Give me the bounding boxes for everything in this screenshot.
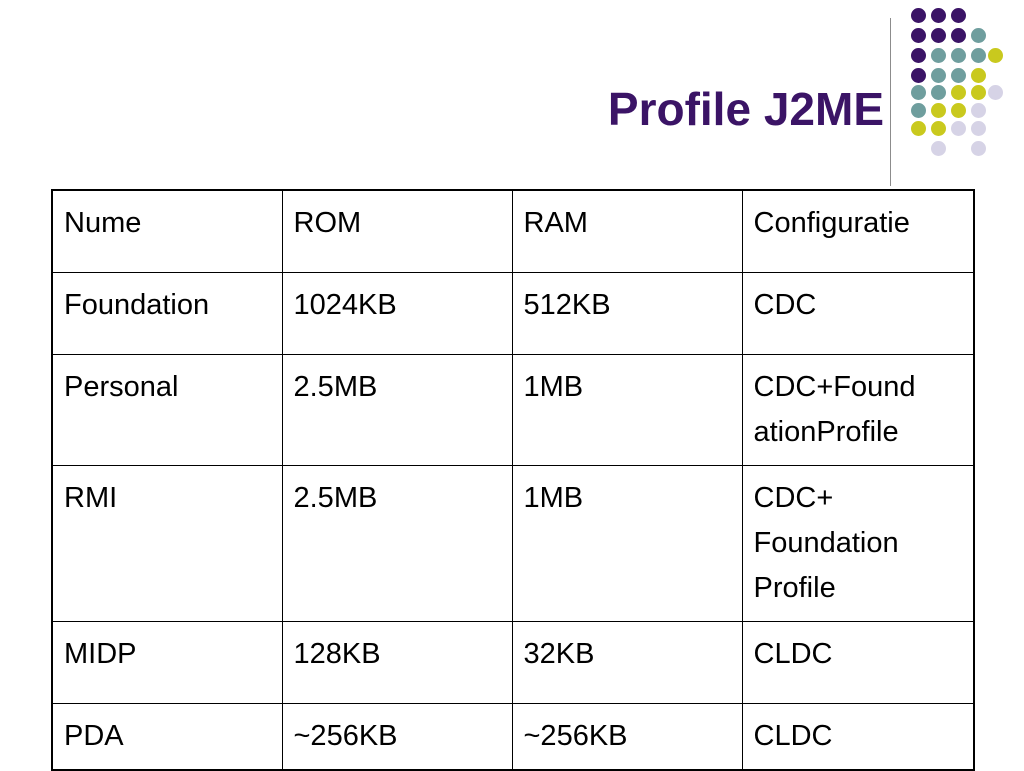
- decorative-dot: [988, 85, 1003, 100]
- decorative-dot: [951, 68, 966, 83]
- table-row: PDA ~256KB ~256KB CLDC: [51, 702, 975, 770]
- table-cell: 1MB: [511, 464, 743, 622]
- table-cell: Foundation: [51, 271, 283, 355]
- decorative-dot: [971, 103, 986, 118]
- table-cell: PDA: [51, 702, 283, 770]
- table-cell: 2.5MB: [281, 353, 513, 466]
- decorative-dot: [951, 121, 966, 136]
- header-cell: Nume: [51, 189, 283, 273]
- decorative-dot: [971, 28, 986, 43]
- table-cell: CLDC: [741, 702, 975, 770]
- table-cell: 512KB: [511, 271, 743, 355]
- header-cell: RAM: [511, 189, 743, 273]
- decorative-dot: [971, 68, 986, 83]
- table-cell: CDC: [741, 271, 975, 355]
- table-row: Foundation 1024KB 512KB CDC: [51, 271, 975, 355]
- decorative-dot: [911, 68, 926, 83]
- decorative-dot: [931, 28, 946, 43]
- decorative-dot: [911, 85, 926, 100]
- table-cell: 2.5MB: [281, 464, 513, 622]
- table-cell: CDC+ Foundation Profile: [741, 464, 975, 622]
- table-header-row: Nume ROM RAM Configuratie: [51, 189, 975, 273]
- decorative-dot: [951, 103, 966, 118]
- decorative-dot: [911, 121, 926, 136]
- decorative-dot: [911, 48, 926, 63]
- decorative-dot: [931, 8, 946, 23]
- decorative-dot: [931, 85, 946, 100]
- table-row: MIDP 128KB 32KB CLDC: [51, 620, 975, 704]
- table-cell: CLDC: [741, 620, 975, 704]
- table-cell: 1MB: [511, 353, 743, 466]
- table-cell: 128KB: [281, 620, 513, 704]
- decorative-dot: [911, 8, 926, 23]
- decorative-dot: [971, 85, 986, 100]
- table-cell: CDC+Found ationProfile: [741, 353, 975, 466]
- table-cell: ~256KB: [511, 702, 743, 770]
- header-cell: Configuratie: [741, 189, 975, 273]
- decorative-dot: [931, 121, 946, 136]
- decorative-dot: [971, 48, 986, 63]
- decorative-dot: [931, 48, 946, 63]
- profiles-table: Nume ROM RAM Configuratie Foundation 102…: [51, 189, 975, 771]
- decorative-dot: [931, 68, 946, 83]
- table-cell: MIDP: [51, 620, 283, 704]
- decorative-dot: [911, 28, 926, 43]
- decorative-dot: [931, 103, 946, 118]
- table-row: Personal 2.5MB 1MB CDC+Found ationProfil…: [51, 353, 975, 466]
- table-cell: Personal: [51, 353, 283, 466]
- table-row: RMI 2.5MB 1MB CDC+ Foundation Profile: [51, 464, 975, 622]
- decorative-dot: [971, 121, 986, 136]
- header-cell: ROM: [281, 189, 513, 273]
- table-cell: 32KB: [511, 620, 743, 704]
- decorative-dot: [911, 103, 926, 118]
- table-cell: RMI: [51, 464, 283, 622]
- decorative-dot: [931, 141, 946, 156]
- decorative-dot: [988, 48, 1003, 63]
- decorative-dot: [951, 85, 966, 100]
- decorative-dot: [971, 141, 986, 156]
- table-cell: 1024KB: [281, 271, 513, 355]
- decorative-dot: [951, 48, 966, 63]
- decorative-dot: [951, 8, 966, 23]
- slide-title: Profile J2ME: [607, 83, 884, 135]
- decorative-dot: [951, 28, 966, 43]
- table-cell: ~256KB: [281, 702, 513, 770]
